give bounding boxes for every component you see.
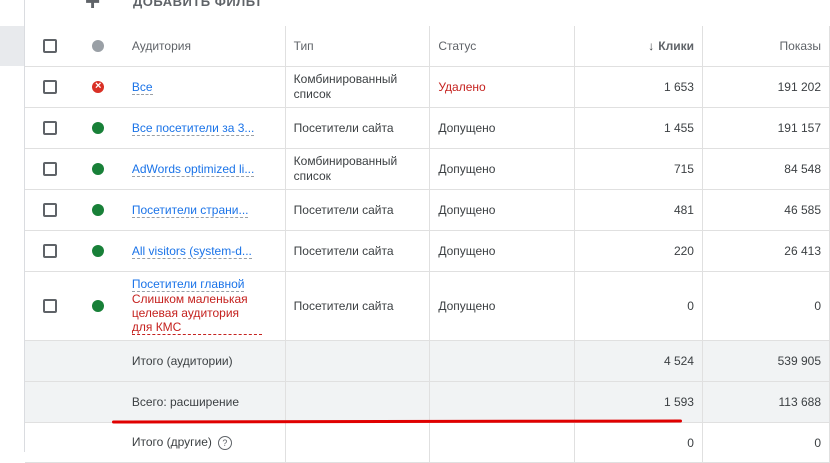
header-type[interactable]: Тип — [284, 26, 430, 67]
table-row: Посетители страни... Посетители сайта До… — [25, 189, 830, 231]
impressions-cell: 191 157 — [701, 107, 830, 149]
header-select-all[interactable] — [25, 26, 83, 67]
status-cell: Допущено — [429, 148, 575, 190]
summary-impressions: 539 905 — [701, 340, 830, 382]
audience-link[interactable]: Посетители главной — [131, 277, 245, 292]
filter-toolbar: + ДОБАВИТЬ ФИЛЬТ — [25, 0, 830, 26]
summary-label: Итого (аудитории) — [123, 340, 286, 382]
status-cell: Допущено — [429, 189, 575, 231]
row-checkbox[interactable] — [43, 203, 57, 217]
audience-link[interactable]: All visitors (system-d... — [131, 244, 252, 259]
type-cell: Комбинированный список — [284, 148, 430, 190]
clicks-cell: 715 — [573, 148, 703, 190]
summary-row: Итого (другие)? 0 0 — [25, 422, 830, 463]
plus-icon[interactable]: + — [85, 0, 100, 17]
audience-table: Аудитория Тип Статус ↓Клики Показы Все К… — [25, 26, 830, 463]
clicks-cell: 1 653 — [573, 66, 703, 108]
help-icon[interactable]: ? — [217, 435, 232, 450]
clicks-cell: 481 — [573, 189, 703, 231]
clicks-cell: 0 — [573, 271, 703, 341]
impressions-cell: 26 413 — [701, 230, 830, 272]
removed-status-icon — [92, 80, 105, 93]
header-clicks[interactable]: ↓ Клики — [573, 26, 703, 67]
table-header-row: Аудитория Тип Статус ↓ Клики Показы — [25, 26, 830, 67]
row-checkbox[interactable] — [43, 299, 57, 313]
table-row: All visitors (system-d... Посетители сай… — [25, 230, 830, 272]
audience-link[interactable]: Все — [131, 80, 153, 95]
summary-label: Всего: расширение — [123, 381, 286, 423]
row-checkbox[interactable] — [43, 121, 57, 135]
type-cell: Посетители сайта — [284, 189, 430, 231]
status-cell: Допущено — [429, 271, 575, 341]
impressions-cell: 191 202 — [701, 66, 830, 108]
table-row: Все посетители за 3... Посетители сайта … — [25, 107, 830, 149]
eligible-status-icon — [92, 300, 105, 312]
sort-down-arrow-icon: ↓ — [648, 39, 655, 53]
header-audience[interactable]: Аудитория — [123, 26, 286, 67]
impressions-cell: 0 — [701, 271, 830, 341]
header-impressions[interactable]: Показы — [701, 26, 830, 67]
summary-impressions: 113 688 — [701, 381, 830, 423]
add-filter-button[interactable]: ДОБАВИТЬ ФИЛЬТ — [133, 0, 263, 9]
table-row: Все Комбинированный список Удалено 1 653… — [25, 66, 830, 108]
eligible-status-icon — [92, 245, 105, 257]
eligible-status-icon — [92, 122, 105, 134]
left-gutter-band — [0, 26, 25, 66]
row-checkbox[interactable] — [43, 244, 57, 258]
impressions-cell: 84 548 — [701, 148, 830, 190]
table-row: Посетители главной Слишком маленькая цел… — [25, 271, 830, 341]
table-row: AdWords optimized li... Комбинированный … — [25, 148, 830, 190]
audience-link[interactable]: Посетители страни... — [131, 203, 249, 218]
clicks-cell: 220 — [573, 230, 703, 272]
header-status[interactable]: Статус — [429, 26, 575, 67]
summary-row: Всего: расширение 1 593 113 688 — [25, 381, 830, 423]
summary-other: Итого (другие)? — [123, 422, 286, 463]
summary-clicks: 0 — [573, 422, 703, 463]
header-status-dot — [82, 26, 124, 67]
eligible-status-icon — [92, 163, 105, 175]
eligible-status-icon — [92, 204, 105, 216]
audience-link[interactable]: Все посетители за 3... — [131, 121, 255, 136]
clicks-cell: 1 455 — [573, 107, 703, 149]
summary-impressions: 0 — [701, 422, 830, 463]
select-all-checkbox[interactable] — [43, 39, 57, 53]
status-cell: Допущено — [429, 107, 575, 149]
summary-clicks: 4 524 — [573, 340, 703, 382]
status-cell: Допущено — [429, 230, 575, 272]
audience-warning-note[interactable]: Слишком маленькая целевая аудитория для … — [131, 292, 262, 335]
row-checkbox[interactable] — [43, 162, 57, 176]
status-dot-icon — [92, 40, 105, 52]
left-gutter — [0, 0, 25, 452]
header-clicks-label: Клики — [658, 39, 694, 53]
status-cell: Удалено — [429, 66, 575, 108]
summary-label: Итого (другие) — [131, 435, 212, 449]
summary-clicks: 1 593 — [573, 381, 703, 423]
type-cell: Комбинированный список — [284, 66, 430, 108]
summary-row: Итого (аудитории) 4 524 539 905 — [25, 340, 830, 382]
type-cell: Посетители сайта — [284, 230, 430, 272]
type-cell: Посетители сайта — [284, 107, 430, 149]
impressions-cell: 46 585 — [701, 189, 830, 231]
type-cell: Посетители сайта — [284, 271, 430, 341]
row-checkbox[interactable] — [43, 80, 57, 94]
audience-link[interactable]: AdWords optimized li... — [131, 162, 255, 177]
